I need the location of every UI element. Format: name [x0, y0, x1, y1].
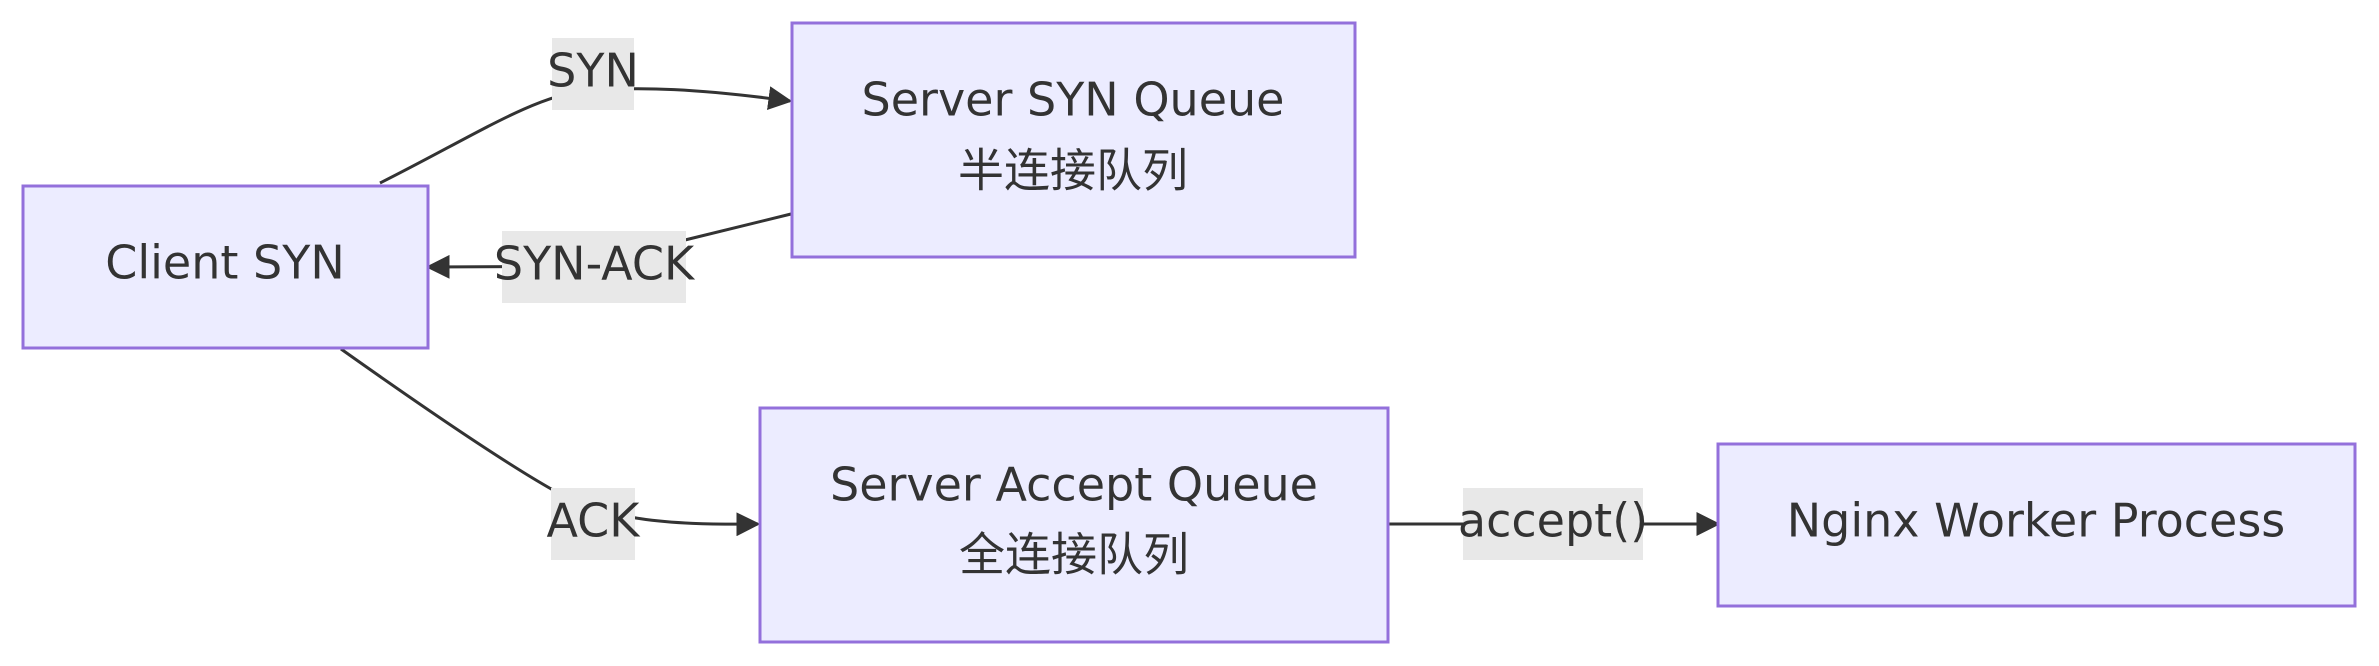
node-server-accept-queue: Server Accept Queue 全连接队列 — [758, 406, 1390, 644]
node-client-syn-label: Client SYN — [105, 236, 345, 290]
svg-text:accept(): accept() — [1458, 494, 1648, 548]
svg-text:ACK: ACK — [547, 494, 642, 548]
flowchart: SYN SYN-ACK ACK accept() Client SYN Serv… — [21, 21, 2357, 644]
edge-label-syn-ack: SYN-ACK — [494, 231, 696, 303]
node-nginx-worker: Nginx Worker Process — [1716, 442, 2357, 608]
edge-label-ack: ACK — [547, 488, 642, 560]
edge-label-accept: accept() — [1458, 488, 1648, 560]
node-server-accept-queue-subtitle: 全连接队列 — [959, 528, 1189, 582]
edge-label-syn: SYN — [547, 38, 639, 110]
node-server-syn-queue-subtitle: 半连接队列 — [958, 144, 1188, 198]
node-nginx-worker-label: Nginx Worker Process — [1787, 494, 2286, 548]
svg-text:SYN: SYN — [547, 44, 639, 98]
node-client-syn: Client SYN — [21, 184, 430, 350]
node-server-syn-queue-title: Server SYN Queue — [862, 73, 1285, 127]
svg-text:SYN-ACK: SYN-ACK — [494, 237, 696, 291]
node-server-syn-queue: Server SYN Queue 半连接队列 — [790, 21, 1357, 259]
node-server-accept-queue-title: Server Accept Queue — [830, 458, 1318, 512]
